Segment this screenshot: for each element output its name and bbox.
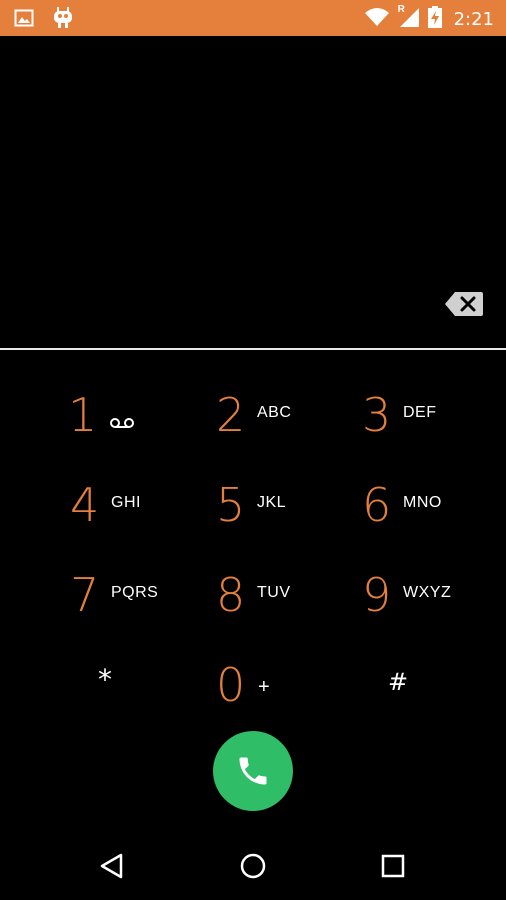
number-display[interactable]	[0, 36, 506, 349]
key-digit: 7	[70, 568, 100, 622]
key-digit: 1	[68, 388, 98, 442]
key-letters: DEF	[403, 404, 437, 421]
display-divider	[0, 348, 506, 350]
key-4[interactable]: 4 GHI	[36, 450, 182, 540]
back-button[interactable]	[92, 848, 132, 884]
battery-charging-icon	[427, 6, 442, 33]
roaming-indicator: R	[397, 4, 405, 15]
image-notification-icon	[14, 8, 34, 33]
backspace-button[interactable]	[444, 290, 484, 318]
back-icon	[100, 853, 123, 879]
key-5[interactable]: 5 JKL	[182, 450, 328, 540]
key-letters: JKL	[257, 494, 287, 511]
key-digit: *	[98, 663, 112, 696]
home-button[interactable]	[233, 848, 273, 884]
key-digit: 8	[216, 568, 246, 622]
key-digit: #	[388, 668, 409, 696]
phone-icon	[239, 757, 267, 785]
key-digit: 3	[362, 388, 392, 442]
key-0[interactable]: 0 +	[182, 630, 328, 720]
key-9[interactable]: 9 WXYZ	[328, 540, 474, 630]
key-digit: 6	[362, 478, 392, 532]
key-7[interactable]: 7 PQRS	[36, 540, 182, 630]
key-digit: 9	[362, 568, 392, 622]
key-8[interactable]: 8 TUV	[182, 540, 328, 630]
voicemail-icon	[110, 416, 134, 434]
key-2[interactable]: 2 ABC	[182, 360, 328, 450]
wifi-icon	[364, 7, 390, 32]
key-digit: 0	[216, 658, 246, 712]
key-digit: 2	[216, 388, 246, 442]
key-star[interactable]: *	[36, 630, 182, 720]
key-digit: 4	[70, 478, 100, 532]
key-letters: ABC	[257, 404, 292, 421]
navigation-bar	[0, 828, 506, 900]
status-clock: 2:21	[453, 9, 494, 30]
key-letters: GHI	[111, 494, 141, 511]
status-bar: R 2:21	[0, 0, 506, 36]
home-icon	[240, 853, 266, 879]
call-button[interactable]	[213, 731, 293, 811]
key-letters: WXYZ	[403, 584, 452, 601]
key-6[interactable]: 6 MNO	[328, 450, 474, 540]
key-3[interactable]: 3 DEF	[328, 360, 474, 450]
key-letters: TUV	[257, 584, 291, 601]
key-pound[interactable]: #	[328, 630, 474, 720]
backspace-icon	[445, 292, 483, 316]
key-letters: PQRS	[111, 584, 159, 601]
key-1[interactable]: 1	[36, 360, 182, 450]
key-letters: MNO	[403, 494, 442, 511]
cell-signal-icon: R	[397, 4, 420, 33]
key-letters: +	[258, 676, 271, 698]
dialpad: 1 2 ABC 3 DEF 4 GHI 5 JKL 6 MNO 7 PQRS 8…	[0, 352, 506, 722]
cyanogenmod-mascot-icon	[52, 7, 74, 34]
key-digit: 5	[216, 478, 246, 532]
recents-icon	[381, 854, 405, 878]
recents-button[interactable]	[373, 848, 413, 884]
